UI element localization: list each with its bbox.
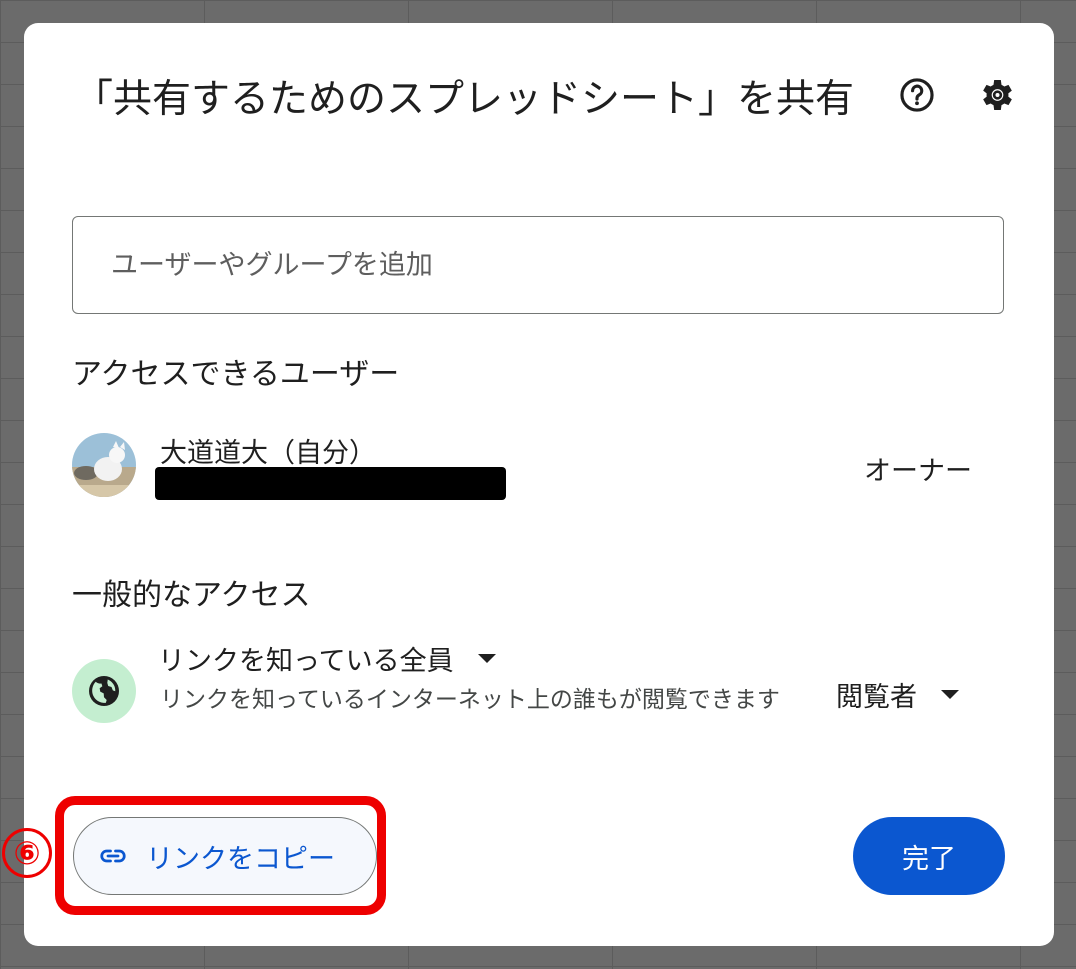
general-access-description: リンクを知っているインターネット上の誰もが閲覧できます — [160, 687, 780, 713]
annotation-highlight-box — [55, 796, 386, 915]
globe-icon-badge — [72, 659, 136, 723]
people-with-access-heading: アクセスできるユーザー — [72, 357, 400, 392]
done-button[interactable]: 完了 — [853, 817, 1005, 895]
caret-down-icon — [477, 654, 496, 663]
caret-down-icon — [941, 690, 959, 699]
general-access-role-label: 閲覧者 — [836, 682, 917, 713]
globe-icon — [89, 676, 119, 706]
user-name: 大道道大（自分） — [160, 438, 376, 469]
step-number-marker: ⑥ — [2, 828, 52, 878]
redacted-email — [155, 467, 506, 500]
settings-button[interactable] — [972, 71, 1020, 119]
dialog-title: 「共有するためのスプレッドシート」を共有 — [74, 77, 855, 122]
help-button[interactable] — [893, 71, 941, 119]
help-circle-icon — [900, 78, 934, 112]
owner-role-label: オーナー — [864, 456, 972, 487]
gear-icon — [983, 80, 1012, 110]
general-access-role-dropdown[interactable]: 閲覧者 — [836, 675, 959, 714]
general-access-heading: 一般的なアクセス — [72, 578, 311, 613]
general-access-scope-label: リンクを知っている全員 — [158, 646, 454, 677]
avatar — [72, 433, 136, 497]
add-people-input[interactable] — [72, 216, 1004, 314]
general-access-scope-dropdown[interactable]: リンクを知っている全員 — [158, 639, 496, 678]
